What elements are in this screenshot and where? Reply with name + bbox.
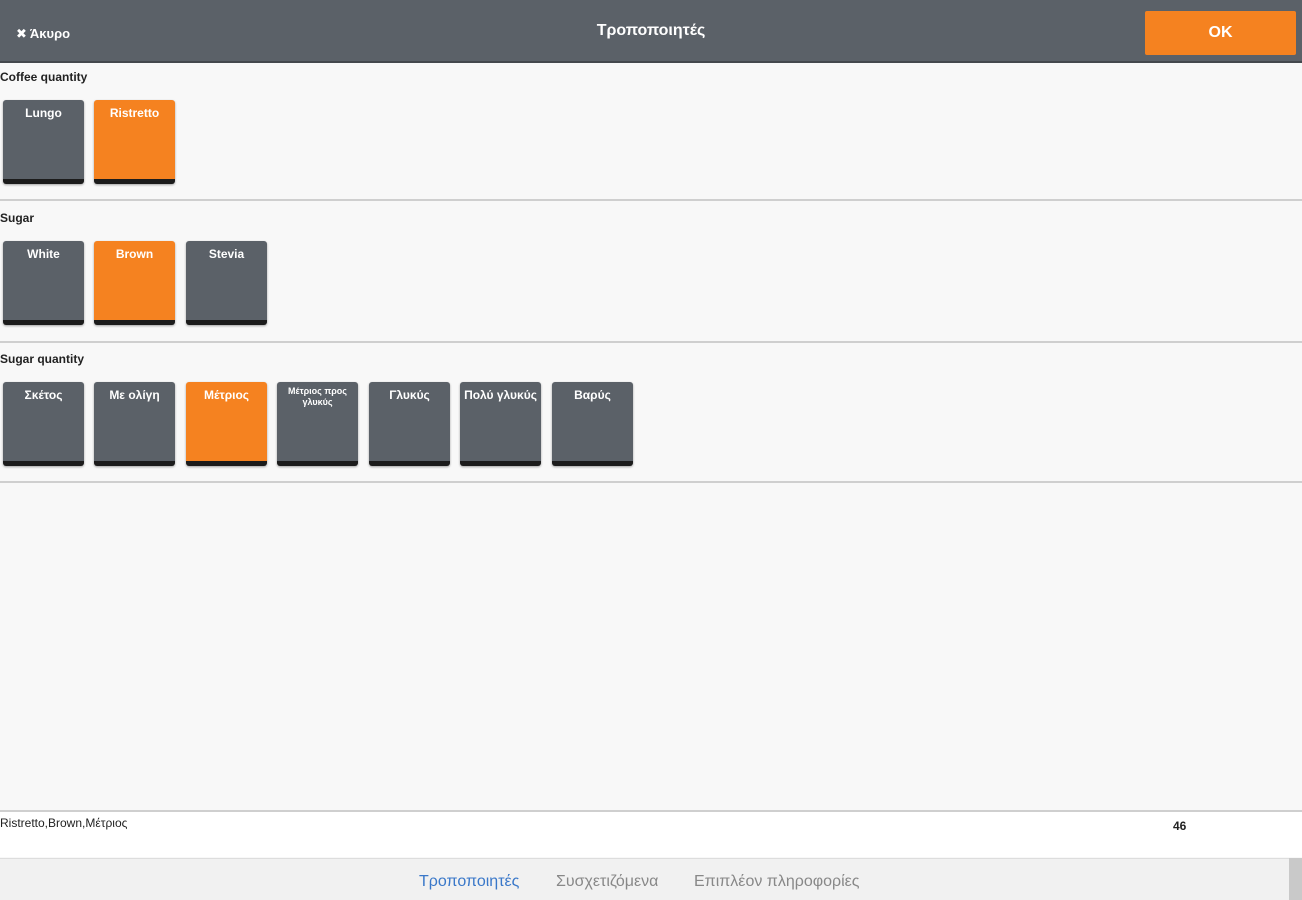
ok-button[interactable]: OK <box>1145 11 1296 55</box>
tab-modifiers[interactable]: Τροποποιητές <box>419 873 519 891</box>
scrollbar-thumb[interactable] <box>1289 858 1302 900</box>
option-varys[interactable]: Βαρύς <box>552 382 633 466</box>
option-glykys[interactable]: Γλυκύς <box>369 382 450 466</box>
selection-summary-bar: Ristretto,Brown,Μέτριος 46 <box>0 810 1302 857</box>
top-bar: ✖ Άκυρο Τροποποιητές OK <box>0 0 1302 63</box>
option-poly-glykys[interactable]: Πολύ γλυκύς <box>460 382 541 466</box>
option-ristretto[interactable]: Ristretto <box>94 100 175 184</box>
tab-related[interactable]: Συσχετιζόμενα <box>556 873 658 891</box>
option-white[interactable]: White <box>3 241 84 325</box>
page-title: Τροποποιητές <box>596 22 706 39</box>
group-label: Sugar <box>0 211 35 225</box>
divider <box>0 341 1302 343</box>
selection-summary: Ristretto,Brown,Μέτριος <box>0 816 128 830</box>
option-lungo[interactable]: Lungo <box>3 100 84 184</box>
option-metrios-pros-glykys[interactable]: Μέτριος προς γλυκύς <box>277 382 358 466</box>
option-sketos[interactable]: Σκέτος <box>3 382 84 466</box>
option-brown[interactable]: Brown <box>94 241 175 325</box>
group-label: Sugar quantity <box>0 352 85 366</box>
bottom-tab-bar: Τροποποιητές Συσχετιζόμενα Επιπλέον πληρ… <box>0 858 1302 900</box>
tab-more-info[interactable]: Επιπλέον πληροφορίες <box>694 873 860 891</box>
divider <box>0 199 1302 201</box>
group-label: Coffee quantity <box>0 70 88 84</box>
option-metrios[interactable]: Μέτριος <box>186 382 267 466</box>
divider <box>0 481 1302 483</box>
option-stevia[interactable]: Stevia <box>186 241 267 325</box>
summary-count: 46 <box>1173 819 1187 833</box>
option-me-oligi[interactable]: Με ολίγη <box>94 382 175 466</box>
